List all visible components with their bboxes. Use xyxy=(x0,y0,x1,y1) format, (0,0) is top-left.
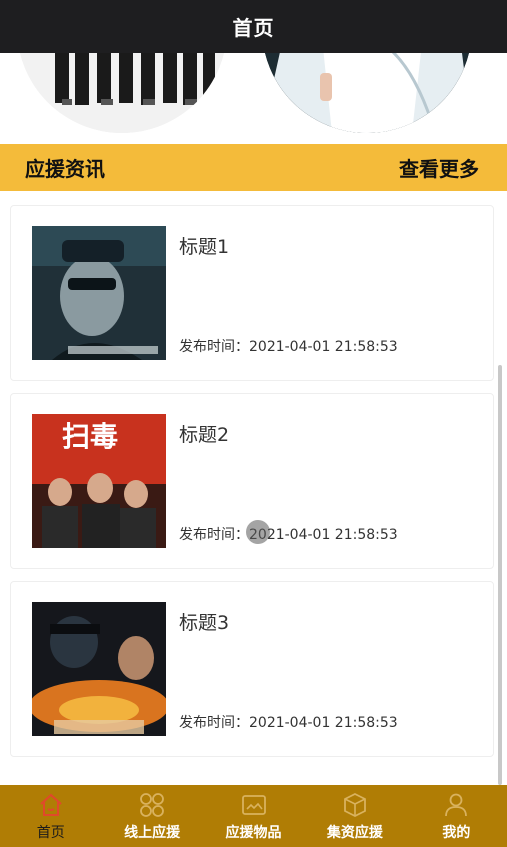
news-poster-image: 扫毒 xyxy=(32,414,166,548)
banner-image-right[interactable] xyxy=(262,53,472,133)
svg-text:扫毒: 扫毒 xyxy=(62,420,118,453)
image-icon xyxy=(241,795,266,815)
news-item[interactable]: 标题3 发布时间：2021-04-01 21:58:53 xyxy=(10,581,494,757)
page-title: 首页 xyxy=(232,16,275,40)
news-publish-time: 发布时间：2021-04-01 21:58:53 xyxy=(179,715,398,731)
news-item[interactable]: 标题1 发布时间：2021-04-01 21:58:53 xyxy=(10,205,494,381)
news-list: 标题1 发布时间：2021-04-01 21:58:53 扫毒 标题2 发布时间… xyxy=(10,205,494,769)
content-scroll[interactable]: 应援资讯 查看更多 标题1 发布时间：2021-04-01 21:58:53 扫… xyxy=(0,53,507,785)
tab-home[interactable]: 首页 xyxy=(0,785,101,847)
news-poster-image xyxy=(32,226,166,360)
news-title: 标题2 xyxy=(179,424,230,446)
tab-label: 我的 xyxy=(442,825,471,841)
section-title: 应援资讯 xyxy=(25,157,105,181)
box-icon xyxy=(344,792,366,818)
news-title: 标题1 xyxy=(179,236,230,258)
tab-online-support[interactable]: 线上应援 xyxy=(101,785,202,847)
tab-label: 集资应援 xyxy=(326,825,383,841)
bottom-tab-bar: 首页 线上应援 应援物品 集资应援 我的 xyxy=(0,785,507,847)
tab-fundraising[interactable]: 集资应援 xyxy=(304,785,405,847)
news-poster-image xyxy=(32,602,166,736)
touch-indicator xyxy=(246,520,270,544)
view-more-link[interactable]: 查看更多 xyxy=(399,153,479,182)
tab-label: 首页 xyxy=(36,825,65,841)
user-icon xyxy=(445,793,468,817)
home-icon xyxy=(40,793,62,816)
banner-image-left[interactable] xyxy=(17,53,227,133)
news-publish-time: 发布时间：2021-04-01 21:58:53 xyxy=(179,339,398,355)
tab-label: 线上应援 xyxy=(124,825,181,841)
news-publish-time: 发布时间：2021-04-01 21:58:53 xyxy=(179,527,398,543)
banner-area xyxy=(0,53,507,143)
news-title: 标题3 xyxy=(179,612,230,634)
tab-label: 应援物品 xyxy=(225,825,282,841)
grid-icon xyxy=(140,793,165,817)
top-bar: 首页 xyxy=(0,0,507,53)
news-section-header: 应援资讯 查看更多 xyxy=(0,144,507,191)
tab-support-items[interactable]: 应援物品 xyxy=(203,785,304,847)
scrollbar[interactable] xyxy=(498,365,502,785)
tab-mine[interactable]: 我的 xyxy=(406,785,507,847)
